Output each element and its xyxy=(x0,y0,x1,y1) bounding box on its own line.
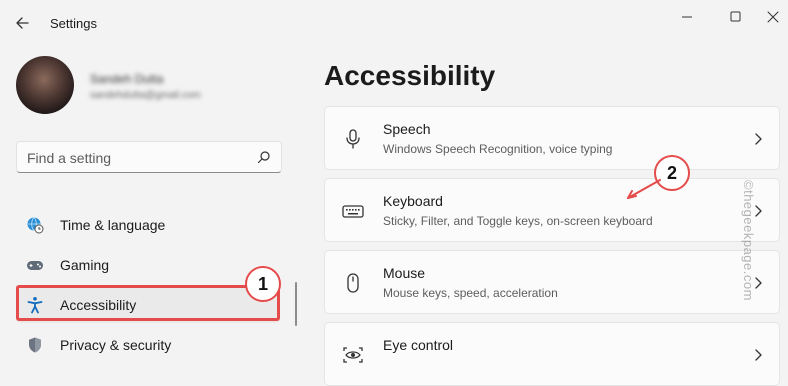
maximize-icon xyxy=(730,11,741,22)
card-title: Mouse xyxy=(383,265,426,281)
card-subtitle: Mouse keys, speed, acceleration xyxy=(383,286,558,300)
accessibility-icon xyxy=(27,297,43,314)
user-name: Sandeh Dutta xyxy=(90,72,164,86)
chevron-right-icon xyxy=(755,349,762,361)
sidebar-item-label: Gaming xyxy=(60,257,110,273)
page-title: Accessibility xyxy=(324,60,496,91)
annotation-arrow xyxy=(627,179,661,199)
card-subtitle: Sticky, Filter, and Toggle keys, on-scre… xyxy=(383,214,653,228)
sidebar-item-label: Privacy & security xyxy=(60,337,172,353)
user-email: sandehdutta@gmail.com xyxy=(90,90,201,101)
card-keyboard[interactable]: Keyboard Sticky, Filter, and Toggle keys… xyxy=(324,178,780,242)
card-title: Speech xyxy=(383,121,431,137)
sidebar-item-privacy-security[interactable]: Privacy & security xyxy=(16,327,280,363)
search-input[interactable]: Find a setting xyxy=(16,141,282,173)
sidebar-item-accessibility[interactable]: Accessibility xyxy=(16,287,280,323)
card-speech[interactable]: Speech Windows Speech Recognition, voice… xyxy=(324,106,780,170)
microphone-icon xyxy=(346,129,360,149)
minimize-button[interactable] xyxy=(664,4,710,30)
card-title: Keyboard xyxy=(383,193,443,209)
search-icon[interactable] xyxy=(257,150,271,164)
sidebar-item-time-language[interactable]: Time & language xyxy=(16,207,280,243)
card-subtitle: Windows Speech Recognition, voice typing xyxy=(383,142,613,156)
watermark: ©thegeekpage.com xyxy=(741,180,756,301)
back-arrow-icon xyxy=(16,17,29,29)
keyboard-icon xyxy=(342,205,364,218)
sidebar-item-label: Accessibility xyxy=(60,297,137,313)
sidebar-item-gaming[interactable]: Gaming xyxy=(16,247,280,283)
avatar[interactable] xyxy=(16,56,74,114)
card-title: Eye control xyxy=(383,337,454,353)
eye-control-icon xyxy=(343,347,363,363)
chevron-right-icon xyxy=(755,133,762,145)
sidebar-scrollbar[interactable] xyxy=(295,282,297,326)
card-eye-control[interactable]: Eye control xyxy=(324,322,780,386)
title-bar: Settings xyxy=(0,0,788,44)
selection-indicator xyxy=(16,297,19,313)
gamepad-icon xyxy=(27,261,43,270)
back-button[interactable] xyxy=(8,10,38,36)
annotation-callout-1: 1 xyxy=(245,266,281,302)
close-button[interactable] xyxy=(758,4,788,30)
mouse-icon xyxy=(347,273,359,293)
minimize-icon xyxy=(682,16,692,18)
shield-icon xyxy=(29,337,41,353)
card-mouse[interactable]: Mouse Mouse keys, speed, acceleration xyxy=(324,250,780,314)
maximize-button[interactable] xyxy=(712,4,758,30)
sidebar-item-label: Time & language xyxy=(60,217,166,233)
globe-clock-icon xyxy=(27,217,44,234)
close-icon xyxy=(767,11,779,23)
search-placeholder: Find a setting xyxy=(27,150,112,166)
app-title: Settings xyxy=(50,16,97,31)
